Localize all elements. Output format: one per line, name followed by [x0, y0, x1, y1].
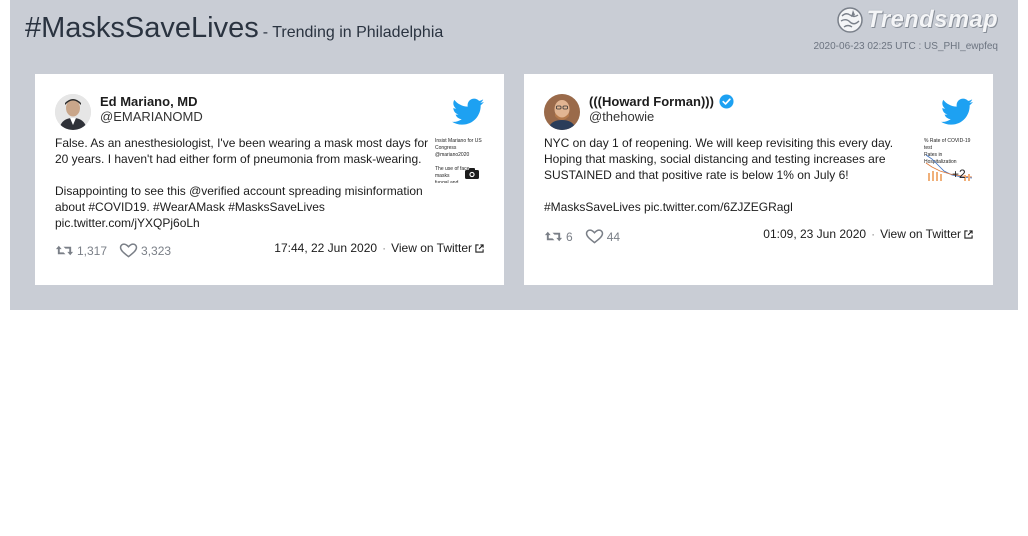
- external-link-icon: [964, 229, 973, 239]
- trending-subtitle: - Trending in Philadelphia: [262, 24, 444, 41]
- view-on-twitter-label: View on Twitter: [880, 227, 961, 241]
- camera-icon: [465, 168, 479, 179]
- extra-media-count: +2: [952, 167, 966, 181]
- tweet-footer: 17:44, 22 Jun 2020 · View on Twitter: [274, 241, 484, 255]
- like-value: 3,323: [141, 243, 172, 258]
- view-on-twitter-link[interactable]: View on Twitter: [391, 241, 484, 255]
- tweet-footer: 01:09, 23 Jun 2020 · View on Twitter: [763, 227, 973, 241]
- tweet-media-thumbnail[interactable]: Insist Mariano for US Congress @mariano2…: [433, 137, 485, 183]
- trendsmap-globe-icon: [837, 7, 864, 33]
- external-link-icon: [475, 243, 484, 253]
- tweet-media-thumbnail[interactable]: % Rate of COVID-19 test Rates in Hospita…: [922, 137, 974, 183]
- tweet-text: NYC on day 1 of reopening. We will keep …: [544, 136, 894, 214]
- retweet-count[interactable]: 6: [544, 229, 573, 244]
- heart-icon: [119, 243, 138, 258]
- heart-icon: [585, 229, 603, 244]
- tweet-timestamp[interactable]: 01:09, 23 Jun 2020: [763, 227, 866, 241]
- twitter-bird-icon[interactable]: [452, 98, 484, 126]
- tweet-timestamp[interactable]: 17:44, 22 Jun 2020: [274, 241, 377, 255]
- tweet-text: False. As an anesthesiologist, I've been…: [55, 136, 429, 230]
- timestamp-location: 2020-06-23 02:25 UTC : US_PHI_ewpfeq: [813, 41, 998, 52]
- retweet-value: 1,317: [77, 243, 108, 258]
- author-handle[interactable]: @thehowie: [589, 109, 654, 124]
- tweet-card: Ed Mariano, MD @EMARIANOMD False. As an …: [35, 74, 504, 285]
- author-handle[interactable]: @EMARIANOMD: [100, 109, 203, 124]
- trendsmap-logo[interactable]: Trendsmap: [836, 6, 998, 34]
- avatar[interactable]: [55, 94, 91, 130]
- verified-badge-icon: [719, 94, 734, 109]
- author-name[interactable]: Ed Mariano, MD: [100, 94, 198, 109]
- tweet-stats: 6 44: [544, 229, 620, 244]
- brand-name: Trendsmap: [866, 6, 998, 33]
- twitter-bird-icon[interactable]: [941, 98, 973, 126]
- like-count[interactable]: 44: [585, 229, 620, 244]
- page-title: #MasksSaveLives - Trending in Philadelphi…: [25, 12, 443, 45]
- view-on-twitter-link[interactable]: View on Twitter: [880, 227, 973, 241]
- like-value: 44: [606, 229, 621, 244]
- retweet-value: 6: [566, 229, 573, 244]
- author-name[interactable]: (((Howard Forman))): [589, 94, 734, 109]
- retweet-count[interactable]: 1,317: [55, 243, 107, 258]
- avatar[interactable]: [544, 94, 580, 130]
- tweet-card: (((Howard Forman))) @thehowie NYC on day…: [524, 74, 993, 285]
- trending-panel: #MasksSaveLives - Trending in Philadelphi…: [10, 0, 1018, 310]
- avatar-image: [544, 94, 580, 130]
- separator-dot: ·: [382, 241, 387, 255]
- separator-dot: ·: [871, 227, 876, 241]
- hashtag-title[interactable]: #MasksSaveLives: [25, 12, 259, 44]
- tweet-stats: 1,317 3,323: [55, 243, 171, 258]
- like-count[interactable]: 3,323: [119, 243, 171, 258]
- view-on-twitter-label: View on Twitter: [391, 241, 472, 255]
- retweet-icon: [544, 231, 563, 242]
- thumbnail-chart-image: [925, 154, 973, 181]
- avatar-image: [55, 94, 91, 130]
- retweet-icon: [55, 245, 74, 256]
